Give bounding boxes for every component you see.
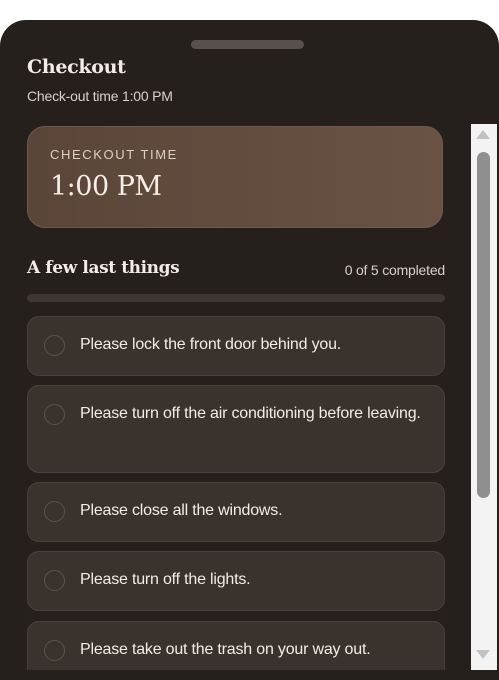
checkout-time-label: CHECKOUT TIME: [50, 147, 178, 162]
task-checkbox-icon[interactable]: [44, 570, 65, 591]
task-checkbox-icon[interactable]: [44, 404, 65, 425]
task-label: Please close all the windows.: [80, 502, 283, 519]
task-label: Please lock the front door behind you.: [80, 336, 342, 353]
tasks-section-title: A few last things: [27, 258, 180, 278]
task-item[interactable]: Please lock the front door behind you.: [27, 316, 445, 376]
checkout-scroll-area[interactable]: CHECKOUT TIME 1:00 PM A few last things …: [0, 124, 469, 670]
sheet-title: Checkout: [27, 56, 126, 78]
checkout-time-card: CHECKOUT TIME 1:00 PM: [27, 126, 443, 228]
tasks-progress-text: 0 of 5 completed: [344, 262, 446, 278]
task-item[interactable]: Please take out the trash on your way ou…: [27, 621, 445, 670]
sheet-subtitle: Check-out time 1:00 PM: [27, 88, 173, 104]
scroll-up-arrow-icon[interactable]: [476, 130, 490, 139]
task-label: Please turn off the air conditioning bef…: [80, 405, 421, 422]
drag-handle[interactable]: [191, 40, 304, 49]
task-item[interactable]: Please turn off the air conditioning bef…: [27, 385, 445, 473]
task-checkbox-icon[interactable]: [44, 335, 65, 356]
scrollbar-thumb[interactable]: [477, 152, 490, 498]
task-item[interactable]: Please turn off the lights.: [27, 551, 445, 611]
scroll-down-arrow-icon[interactable]: [476, 650, 490, 659]
tasks-progress-bar: [27, 294, 445, 302]
checkout-sheet: Checkout Check-out time 1:00 PM CHECKOUT…: [0, 20, 499, 680]
task-label: Please take out the trash on your way ou…: [80, 641, 371, 658]
task-item[interactable]: Please close all the windows.: [27, 482, 445, 542]
task-label: Please turn off the lights.: [80, 571, 251, 588]
checkout-time-value: 1:00 PM: [50, 171, 162, 202]
task-checkbox-icon[interactable]: [44, 640, 65, 661]
scrollbar[interactable]: [471, 124, 497, 670]
task-checkbox-icon[interactable]: [44, 501, 65, 522]
